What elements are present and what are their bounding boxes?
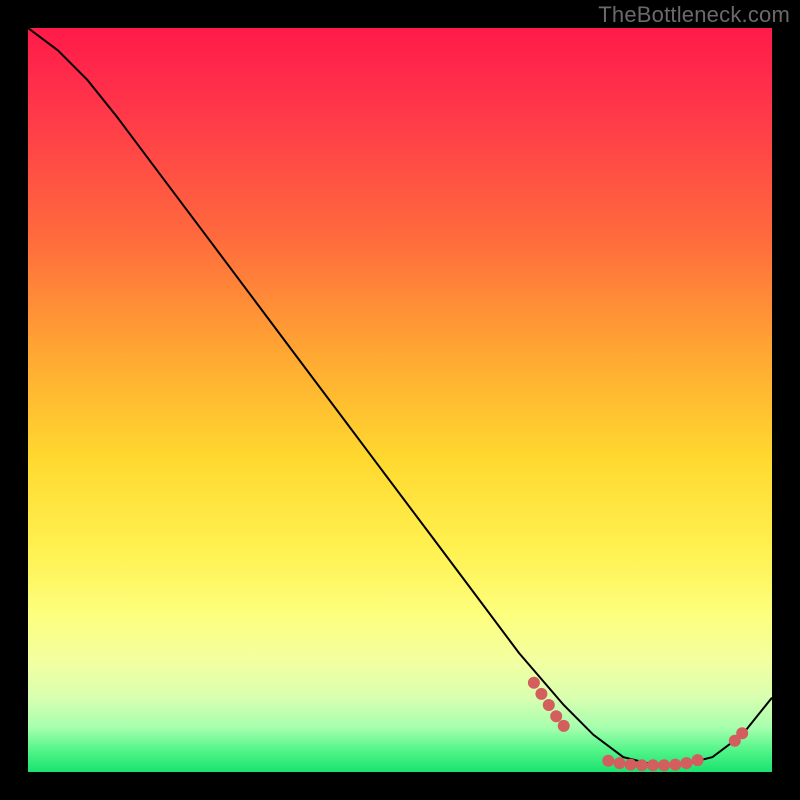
- scatter-dot: [680, 757, 692, 769]
- scatter-dot: [692, 754, 704, 766]
- scatter-dot: [535, 688, 547, 700]
- bottleneck-curve: [28, 28, 772, 765]
- scatter-dot: [647, 759, 659, 771]
- scatter-dot: [658, 759, 670, 771]
- scatter-dot: [669, 759, 681, 771]
- scatter-dot: [528, 677, 540, 689]
- plot-area: [28, 28, 772, 772]
- scatter-dot: [550, 710, 562, 722]
- plot-overlay: [28, 28, 772, 772]
- scatter-dot: [602, 755, 614, 767]
- scatter-dot: [543, 699, 555, 711]
- scatter-dot: [625, 759, 637, 771]
- scatter-dot: [614, 757, 626, 769]
- scatter-dot: [736, 727, 748, 739]
- scatter-dot: [558, 720, 570, 732]
- chart-frame: TheBottleneck.com: [0, 0, 800, 800]
- scatter-dot: [636, 759, 648, 771]
- watermark-text: TheBottleneck.com: [598, 2, 790, 28]
- scatter-points: [528, 677, 748, 772]
